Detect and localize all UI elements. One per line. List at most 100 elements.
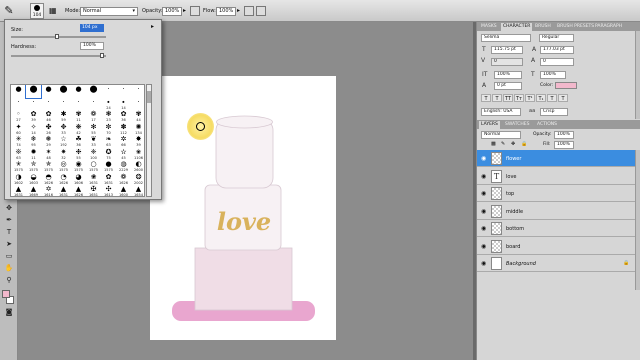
brush-preset[interactable]: ◒ 1603 [26,173,41,186]
brush-tool-icon[interactable]: ✎ [3,4,15,18]
brush-preset[interactable]: ❀ 1631 [86,173,101,186]
brush-preset[interactable]: ▲ 1626 [71,185,86,196]
eye-icon[interactable]: ◉ [481,208,486,215]
eye-icon[interactable]: ◉ [481,260,486,267]
brush-preset[interactable]: ✮ 1575 [26,160,41,173]
subscript-icon[interactable]: T₁ [536,94,546,102]
lock-all-icon[interactable]: 🔒 [521,141,527,147]
brush-preset[interactable]: ⬤ [86,85,101,98]
brush-preset[interactable]: ❦ 33 [86,135,101,148]
brush-preset[interactable]: ✷ 32 [56,148,71,161]
brush-preset[interactable]: ❂ 2002 [131,173,144,186]
hardness-field[interactable]: 100% [80,42,104,50]
brush-preset[interactable]: · [41,98,56,111]
brush-preset[interactable]: ✠ 1651 [86,185,101,196]
zoom-tool-icon[interactable]: ⚲ [3,276,15,285]
all-caps-icon[interactable]: TT [503,94,513,102]
layer-row[interactable]: ◉ bottom [477,220,635,237]
brush-preset[interactable]: ○ 1575 [86,160,101,173]
strikethrough-icon[interactable]: T [558,94,568,102]
brush-preset[interactable]: · [71,98,86,111]
brush-preset[interactable]: ▲ 1600 [116,185,131,196]
superscript-icon[interactable]: T¹ [525,94,535,102]
brush-preset[interactable]: ✤ 26 [41,123,56,136]
brush-preset[interactable]: · [26,98,41,111]
brush-preset[interactable]: ✳ 74 [11,135,26,148]
lock-position-icon[interactable]: ✥ [511,141,515,147]
brush-preset[interactable]: ● [71,85,86,98]
brush-preset[interactable]: ✸ 39 [131,135,144,148]
leading-field[interactable]: 177.03 pt [540,46,574,54]
brush-preset[interactable]: ✬ 1106 [131,148,144,161]
faux-italic-icon[interactable]: T [492,94,502,102]
shape-tool-icon[interactable]: ▭ [3,252,15,261]
tab-masks[interactable]: MASKS [479,23,499,31]
brush-preset[interactable]: ❉ 55 [71,148,86,161]
layer-row[interactable]: ◉ Tlove [477,167,635,185]
pen-tool-icon[interactable]: ✒ [3,216,15,225]
brush-preset[interactable]: ✾ 11 [71,110,86,123]
tracking-field[interactable]: 0 [540,58,574,66]
small-caps-icon[interactable]: Tт [514,94,524,102]
tab-character[interactable]: CHARACTER [501,23,533,31]
hardness-slider-track[interactable] [11,55,106,57]
brush-preset[interactable]: ☆ 192 [56,135,71,148]
mode-select[interactable]: Normal ▾ [80,7,138,16]
pressure-opacity-icon[interactable] [190,6,200,16]
layer-row[interactable]: ◉ top [477,185,635,202]
brush-preset[interactable]: ✺ 134 [131,123,144,136]
hardness-slider-thumb[interactable] [100,53,104,58]
brush-preset[interactable]: ● [41,85,56,98]
brush-preset[interactable]: ✭ 1575 [11,160,26,173]
chevron-right-icon[interactable]: ▸ [183,7,186,14]
font-style-select[interactable]: Regular [539,34,574,42]
brush-preset[interactable]: ✥ 33 [56,123,71,136]
tab-brush[interactable]: BRUSH [533,23,553,31]
brush-preset[interactable]: · [86,98,101,111]
brush-preset[interactable]: ❄ 95 [26,135,41,148]
brush-preset[interactable]: · [56,98,71,111]
brush-preset[interactable]: ❃ 23 [101,110,116,123]
brush-preset[interactable]: ◓ 1626 [41,173,56,186]
eye-icon[interactable]: ◉ [481,173,486,180]
language-select[interactable]: English: USA [481,108,521,116]
brush-preset[interactable]: ▲ 1631 [56,185,71,196]
brush-preset[interactable]: ● 1575 [101,160,116,173]
size-field[interactable]: 104 px [80,24,104,32]
brush-preset[interactable]: ✱ 59 [56,110,71,123]
layers-scrollbar[interactable] [635,150,640,290]
tab-brush-presets[interactable]: BRUSH PRESETS [555,23,596,31]
brush-preset[interactable]: ❋ 42 [71,123,86,136]
brush-preset[interactable]: ✣ 1613 [101,185,116,196]
panel-menu-icon[interactable]: ▸ [151,23,154,30]
brush-preset[interactable]: ❊ 63 [11,148,26,161]
brush-preset[interactable]: · [116,85,131,98]
brush-preset[interactable]: ✾ 44 [131,110,144,123]
brush-preset[interactable]: ❁ 17 [86,110,101,123]
faux-bold-icon[interactable]: T [481,94,491,102]
pressure-size-icon[interactable] [256,6,266,16]
layer-opacity-field[interactable]: 100% [554,131,574,139]
eye-icon[interactable]: ◉ [481,155,486,162]
brush-preset[interactable]: ✶ 48 [41,148,56,161]
brush-preset[interactable]: ∙ 14 [116,98,131,111]
lock-transparent-icon[interactable]: ▩ [491,141,496,147]
brush-preset[interactable]: ◎ 1575 [56,160,71,173]
brush-preset[interactable]: ☘ 36 [71,135,86,148]
brush-preset[interactable]: ▲ 1669 [26,185,41,196]
brush-preset[interactable]: ◕ 1606 [71,173,86,186]
lock-image-icon[interactable]: ✎ [501,141,505,147]
brush-preset[interactable]: ⬤ [25,85,42,99]
brush-preset[interactable]: ◑ 1602 [11,173,26,186]
brush-preset[interactable]: ✼ 70 [101,123,116,136]
brush-preset[interactable]: ◍ 2229 [116,160,131,173]
brush-preset[interactable]: ❧ 63 [101,135,116,148]
path-select-tool-icon[interactable]: ➤ [3,240,15,249]
foreground-color-swatch[interactable] [2,290,10,298]
airbrush-icon[interactable] [244,6,254,16]
font-size-field[interactable]: 115.75 pt [491,46,523,54]
eye-icon[interactable]: ◉ [481,190,486,197]
brush-preset[interactable]: · [101,85,116,98]
eye-icon[interactable]: ◉ [481,243,486,250]
brush-preset[interactable]: ✿ 36 [116,110,131,123]
